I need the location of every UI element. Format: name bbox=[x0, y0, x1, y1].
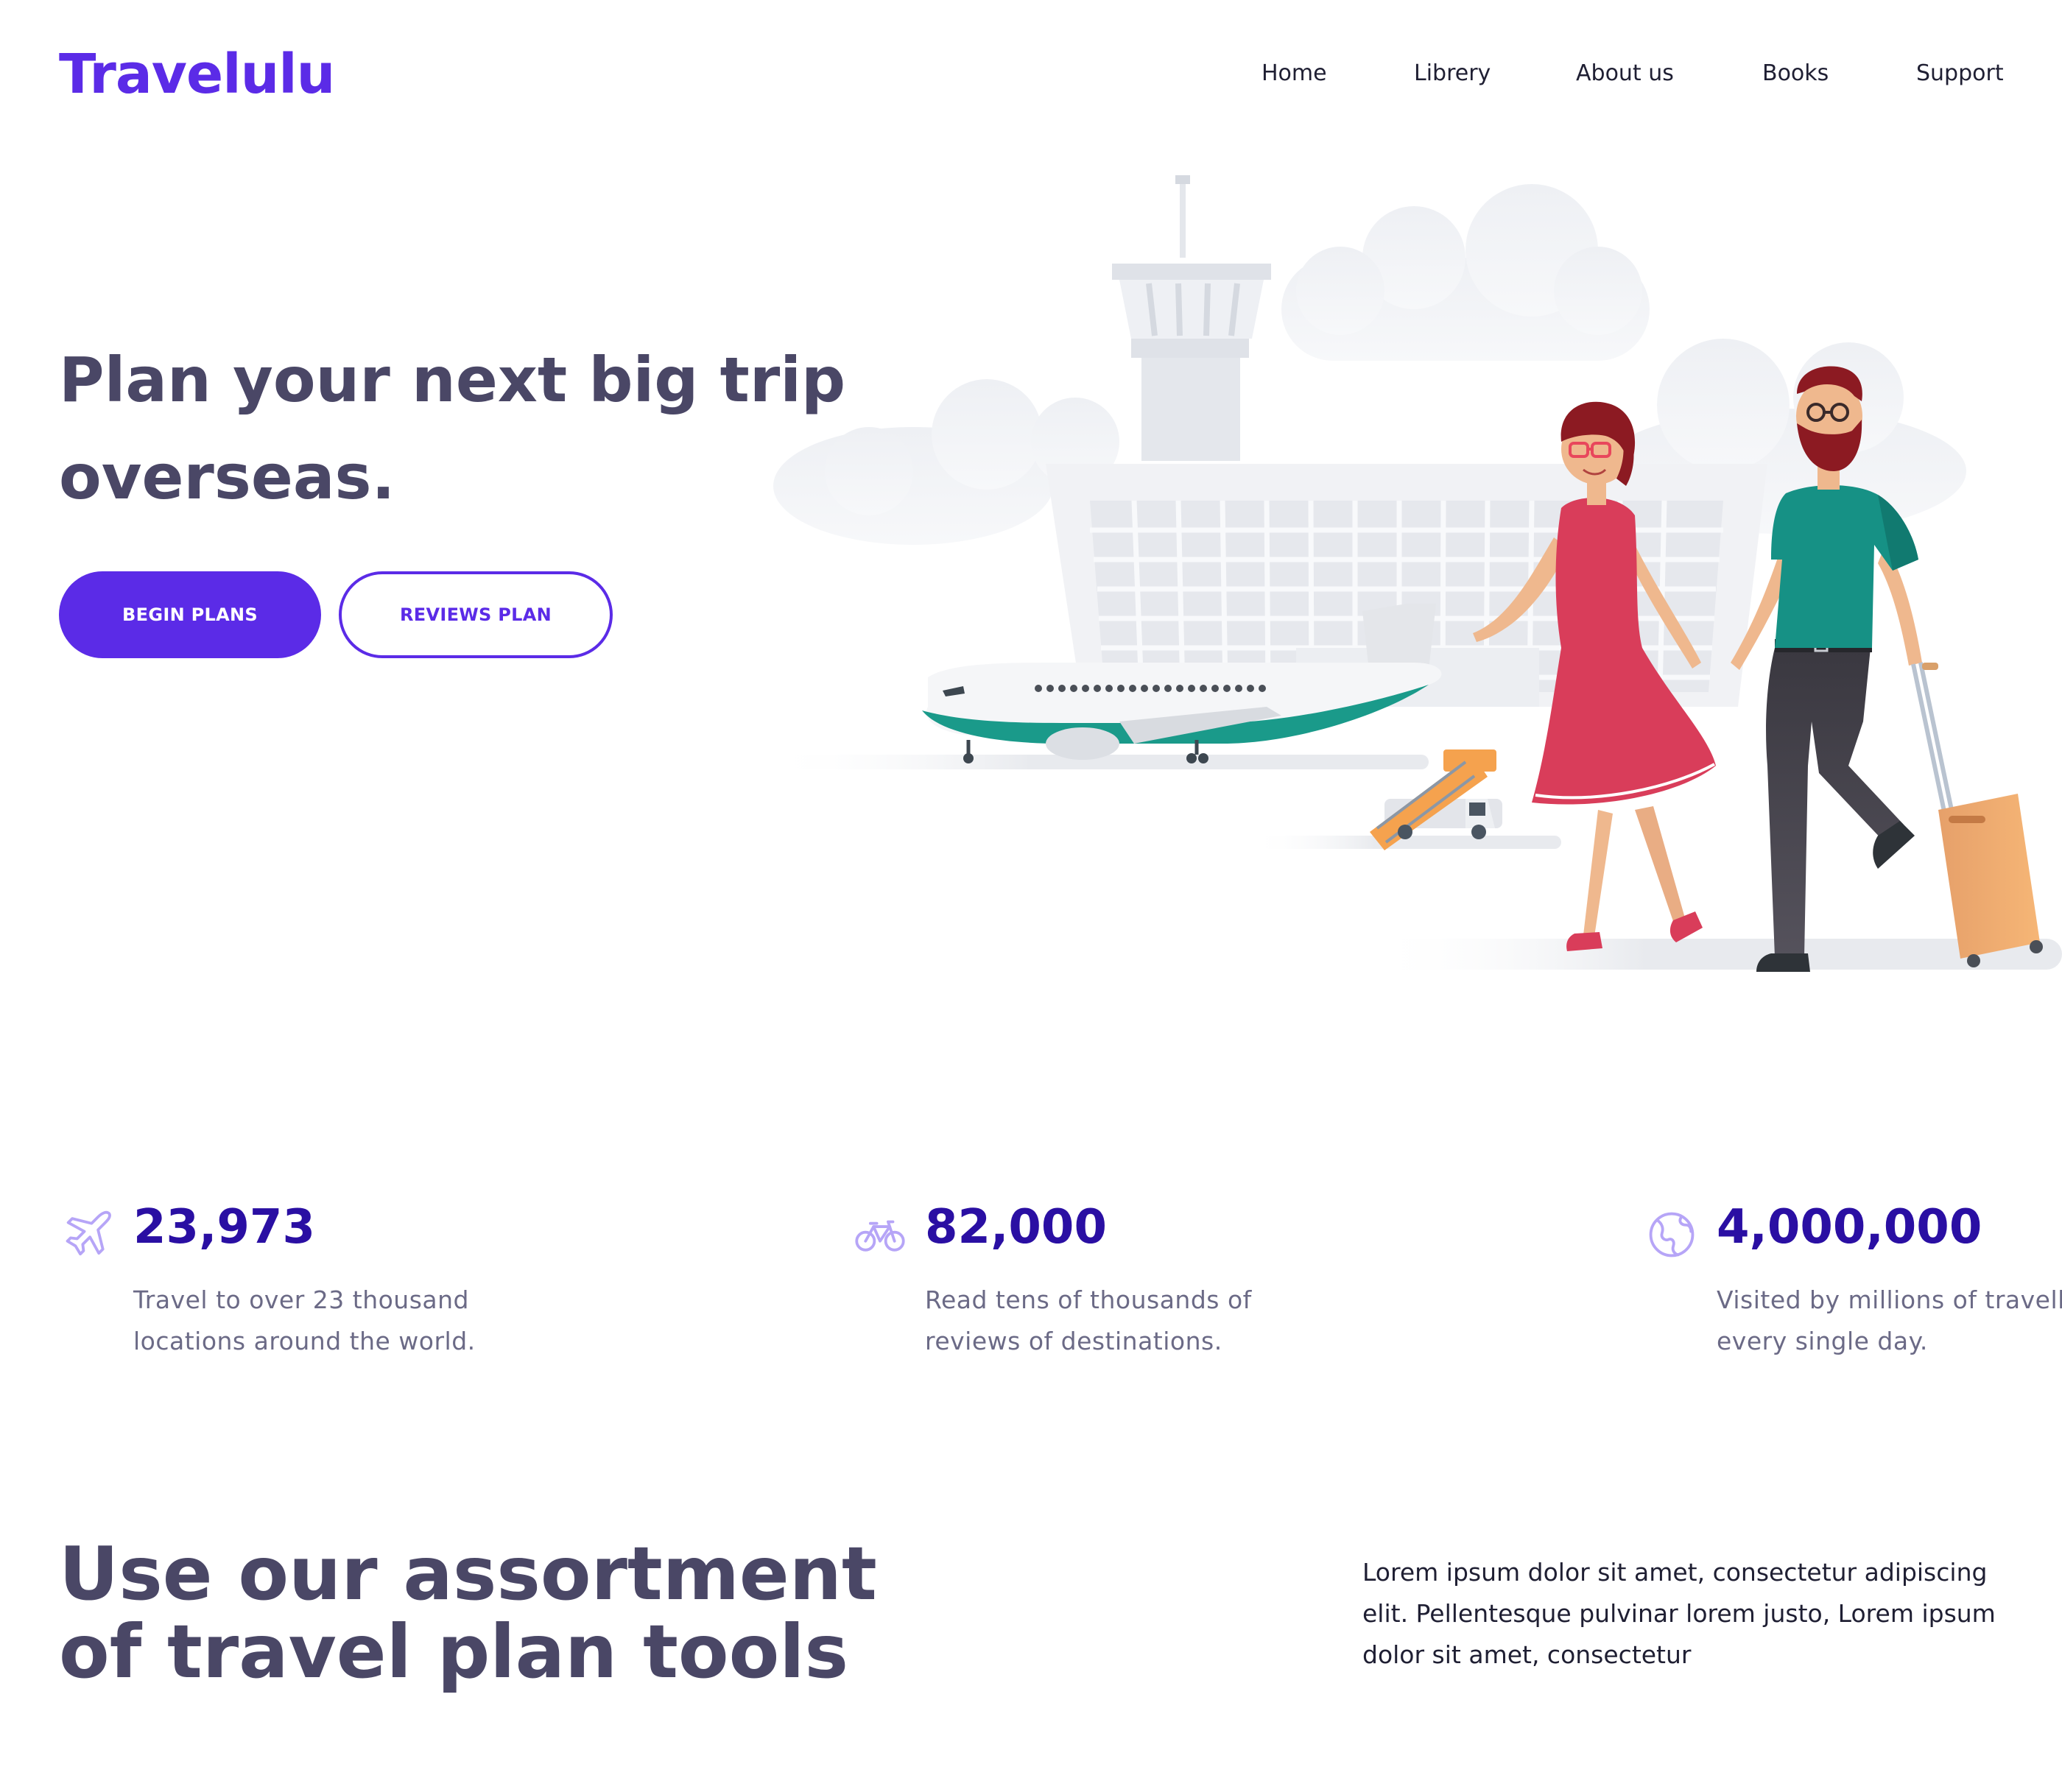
nav-item-support[interactable]: Support bbox=[1916, 60, 2004, 86]
stat-description: Travel to over 23 thousand locations aro… bbox=[133, 1285, 476, 1355]
suitcase bbox=[1911, 662, 2043, 967]
tools-description: Lorem ipsum dolor sit amet, consectetur … bbox=[1362, 1558, 1996, 1669]
hero-illustration bbox=[766, 175, 2062, 972]
nav-item-about-us[interactable]: About us bbox=[1576, 60, 1674, 86]
stat-number: 23,973 bbox=[133, 1200, 315, 1255]
stat-number: 82,000 bbox=[925, 1200, 1107, 1255]
cloud-top bbox=[1281, 184, 1650, 361]
bicycle-icon bbox=[855, 1220, 905, 1252]
stat-description: Read tens of thousands of reviews of des… bbox=[925, 1285, 1252, 1355]
nav-item-librery[interactable]: Librery bbox=[1414, 60, 1491, 86]
begin-plans-button[interactable]: BEGIN PLANS bbox=[59, 571, 321, 658]
main-nav: Home Librery About us Books Support bbox=[0, 60, 2062, 97]
control-tower bbox=[1112, 175, 1271, 461]
tools-heading: Use our assortment of travel plan tools bbox=[59, 1531, 877, 1695]
nav-item-books[interactable]: Books bbox=[1762, 60, 1829, 86]
stat-number: 4,000,000 bbox=[1717, 1200, 1982, 1255]
nav-item-home[interactable]: Home bbox=[1262, 60, 1327, 86]
hero-title: Plan your next big trip overseas. bbox=[59, 344, 846, 513]
stat-description: Visited by millions of travellers every … bbox=[1717, 1285, 2062, 1355]
airplane-icon bbox=[66, 1210, 111, 1256]
globe-icon bbox=[1649, 1212, 1695, 1257]
reviews-plan-button[interactable]: REVIEWS PLAN bbox=[339, 571, 613, 658]
landing-page: Travelulu Home Librery About us Books Su… bbox=[0, 0, 2062, 1792]
